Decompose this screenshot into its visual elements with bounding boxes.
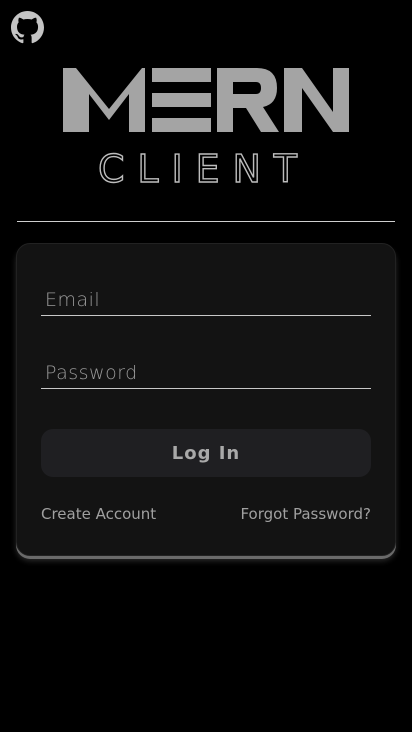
github-icon — [11, 11, 44, 44]
password-field — [41, 358, 371, 389]
login-page: CLIENT Log In Create Account Forgot Pass… — [0, 0, 412, 732]
login-button[interactable]: Log In — [41, 429, 371, 477]
password-input[interactable] — [41, 358, 371, 388]
forgot-password-link[interactable]: Forgot Password? — [240, 505, 371, 523]
login-card: Log In Create Account Forgot Password? — [16, 243, 396, 556]
header-divider — [17, 221, 395, 222]
create-account-link[interactable]: Create Account — [41, 505, 156, 523]
logo-graphic: CLIENT — [63, 68, 349, 188]
logo-client-text: CLIENT — [98, 147, 316, 188]
email-input[interactable] — [41, 285, 371, 315]
github-link[interactable] — [11, 11, 44, 44]
mern-client-logo: CLIENT — [60, 64, 352, 188]
email-field — [41, 285, 371, 316]
